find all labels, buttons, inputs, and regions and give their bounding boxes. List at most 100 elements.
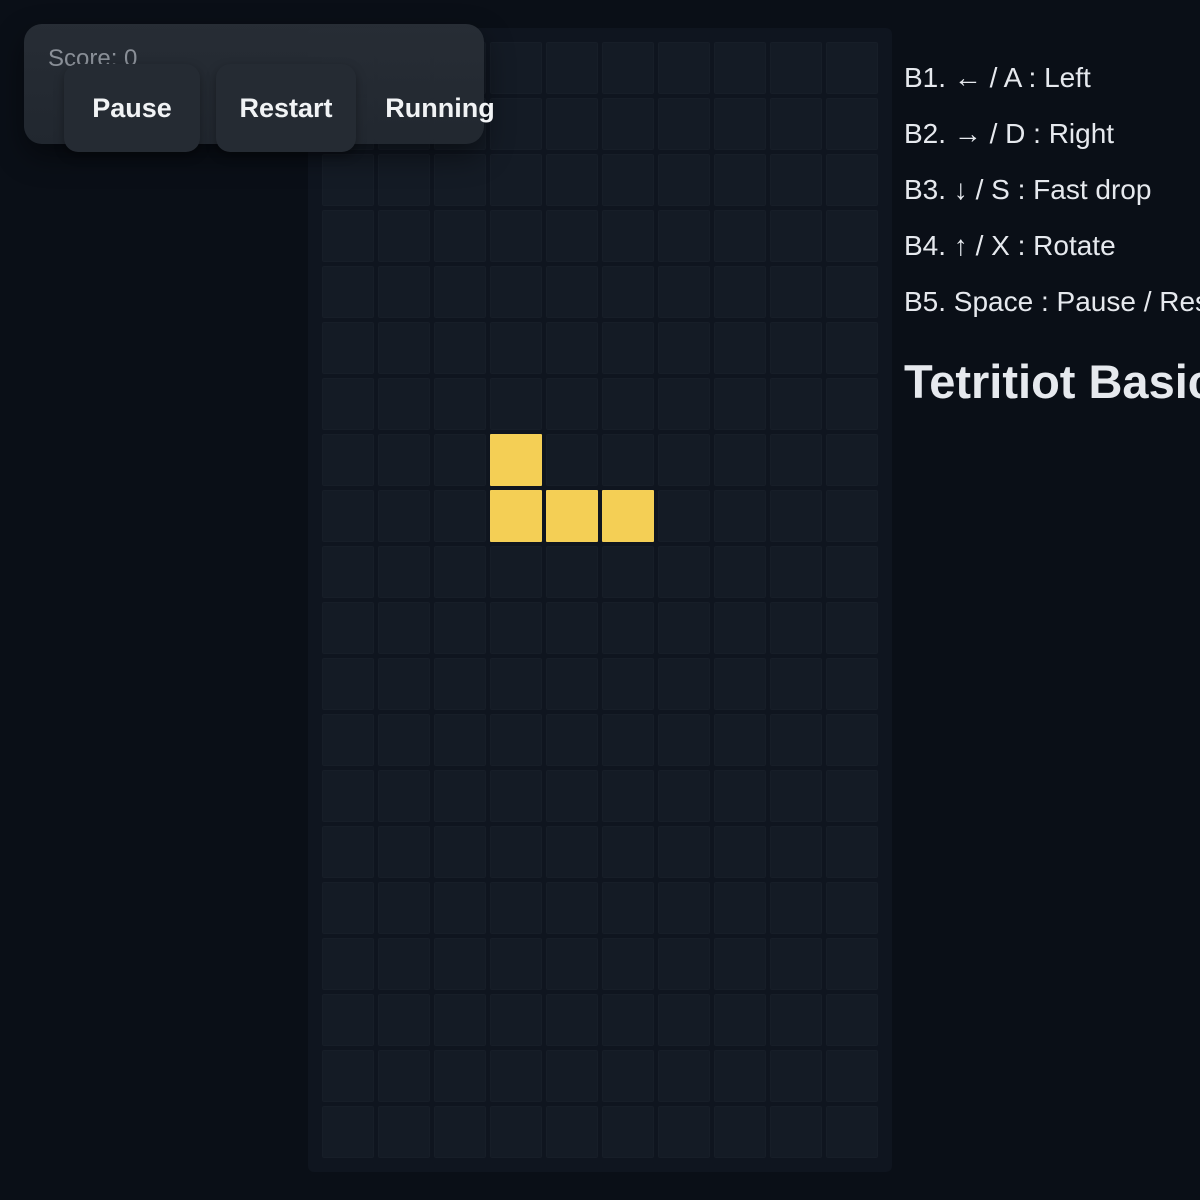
board-cell — [322, 266, 374, 318]
board-cell — [378, 1050, 430, 1102]
board-cell — [546, 266, 598, 318]
board-cell — [770, 210, 822, 262]
board-cell — [770, 322, 822, 374]
board-cell — [322, 714, 374, 766]
control-hint-right: B2. → / D : Right — [904, 118, 1115, 149]
board-cell — [490, 826, 542, 878]
board-cell — [546, 154, 598, 206]
board-cell — [434, 1106, 486, 1158]
board-cell — [658, 882, 710, 934]
board-cell — [322, 770, 374, 822]
board-cell — [434, 602, 486, 654]
control-hint-pause: B5. Space : Pause / Resume — [904, 286, 1200, 317]
board-cell — [770, 42, 822, 94]
board-cell — [826, 770, 878, 822]
board-cell — [546, 42, 598, 94]
board-cell — [378, 1106, 430, 1158]
board-cell — [378, 154, 430, 206]
board-cell — [770, 1106, 822, 1158]
board-cell — [490, 322, 542, 374]
board-cell — [546, 882, 598, 934]
board-cell — [770, 658, 822, 710]
board-cell — [602, 938, 654, 990]
board-cell — [714, 98, 766, 150]
board-cell — [714, 658, 766, 710]
board-cell — [602, 322, 654, 374]
board-cell — [490, 1106, 542, 1158]
board-cell — [546, 1050, 598, 1102]
board-cell — [602, 602, 654, 654]
board-cell — [322, 490, 374, 542]
board-cell — [770, 98, 822, 150]
board-cell — [714, 994, 766, 1046]
board-cell — [770, 434, 822, 486]
board-cell — [546, 714, 598, 766]
board-cell — [434, 1050, 486, 1102]
hud-panel: Score: 0 Pause Restart Running — [24, 24, 495, 152]
board-cell — [490, 714, 542, 766]
board-cell — [658, 434, 710, 486]
board-cell — [770, 378, 822, 430]
board-cell — [602, 1106, 654, 1158]
board-cell — [658, 98, 710, 150]
board-cell — [546, 322, 598, 374]
restart-button[interactable]: Restart — [216, 64, 356, 152]
board-cell — [490, 210, 542, 262]
control-hint-left: B1. ← / A : Left — [904, 62, 1091, 93]
board-cell — [826, 714, 878, 766]
board-cell — [714, 546, 766, 598]
game-status-label: Running — [385, 93, 495, 123]
board-cell — [826, 322, 878, 374]
control-hint-rotate: B4. ↑ / X : Rotate — [904, 230, 1116, 261]
board-cell — [714, 1050, 766, 1102]
board-cell — [546, 826, 598, 878]
board-cell — [770, 770, 822, 822]
board-cell — [826, 826, 878, 878]
board-cell — [546, 994, 598, 1046]
board-cell — [322, 994, 374, 1046]
board-cell — [322, 210, 374, 262]
board-cell — [378, 434, 430, 486]
board-cell — [770, 714, 822, 766]
board-cell — [658, 322, 710, 374]
board-cell — [770, 938, 822, 990]
board-cell — [378, 882, 430, 934]
board-cell — [546, 1106, 598, 1158]
board-cell — [434, 714, 486, 766]
board-cell — [770, 154, 822, 206]
board-cell — [378, 602, 430, 654]
board-cell — [770, 490, 822, 542]
board-cell — [434, 770, 486, 822]
piece-block — [546, 490, 598, 542]
board-cell — [658, 602, 710, 654]
board-cell — [546, 98, 598, 150]
board-cell — [490, 938, 542, 990]
board-cell — [378, 266, 430, 318]
board-cell — [378, 770, 430, 822]
board-cell — [714, 602, 766, 654]
board-cell — [322, 938, 374, 990]
board-cell — [378, 658, 430, 710]
board-cell — [378, 490, 430, 542]
board-cell — [714, 434, 766, 486]
board-cell — [658, 938, 710, 990]
board-cell — [602, 546, 654, 598]
board-cell — [714, 770, 766, 822]
board-cell — [490, 546, 542, 598]
board-cell — [826, 1106, 878, 1158]
board-cell — [546, 378, 598, 430]
board-cell — [826, 658, 878, 710]
board-cell — [434, 322, 486, 374]
board-cell — [322, 882, 374, 934]
board-cell — [714, 826, 766, 878]
board-cell — [714, 266, 766, 318]
board-cell — [434, 938, 486, 990]
piece-block — [490, 490, 542, 542]
board-cell — [770, 994, 822, 1046]
board-cell — [658, 154, 710, 206]
board-cell — [546, 434, 598, 486]
pause-button[interactable]: Pause — [64, 64, 200, 152]
board-cell — [770, 882, 822, 934]
board-cell — [714, 378, 766, 430]
board-cell — [602, 994, 654, 1046]
